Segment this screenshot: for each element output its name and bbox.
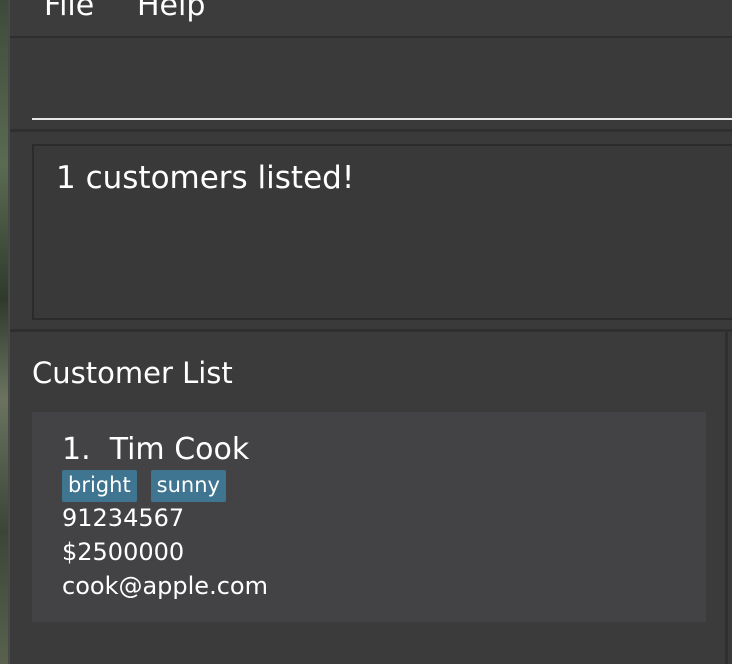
tag-badge: bright bbox=[62, 470, 137, 502]
customer-email: cook@apple.com bbox=[62, 572, 268, 600]
result-display[interactable]: 1 customers listed! bbox=[32, 144, 732, 320]
customer-value: $2500000 bbox=[62, 538, 185, 566]
menu-help[interactable]: Help bbox=[137, 0, 205, 23]
customer-list-panel: Customer List 1. Tim Cook bright sunny 9… bbox=[10, 332, 728, 664]
customer-phone: 91234567 bbox=[62, 504, 185, 532]
command-box-panel bbox=[10, 38, 732, 132]
customer-card[interactable]: 1. Tim Cook bright sunny 91234567 $25000… bbox=[32, 412, 706, 622]
app-window: File Help 1 customers listed! Customer L… bbox=[8, 0, 732, 664]
customer-list-title: Customer List bbox=[32, 356, 233, 390]
result-display-panel: 1 customers listed! bbox=[10, 132, 732, 332]
command-input[interactable] bbox=[32, 58, 732, 120]
customer-name: 1. Tim Cook bbox=[62, 432, 250, 467]
desktop-background-edge bbox=[0, 0, 8, 664]
tag-badge: sunny bbox=[150, 470, 226, 502]
customer-tags: bright sunny bbox=[62, 470, 226, 502]
menu-file[interactable]: File bbox=[44, 0, 94, 23]
result-message: 1 customers listed! bbox=[56, 160, 355, 196]
menu-bar: File Help bbox=[10, 0, 732, 38]
